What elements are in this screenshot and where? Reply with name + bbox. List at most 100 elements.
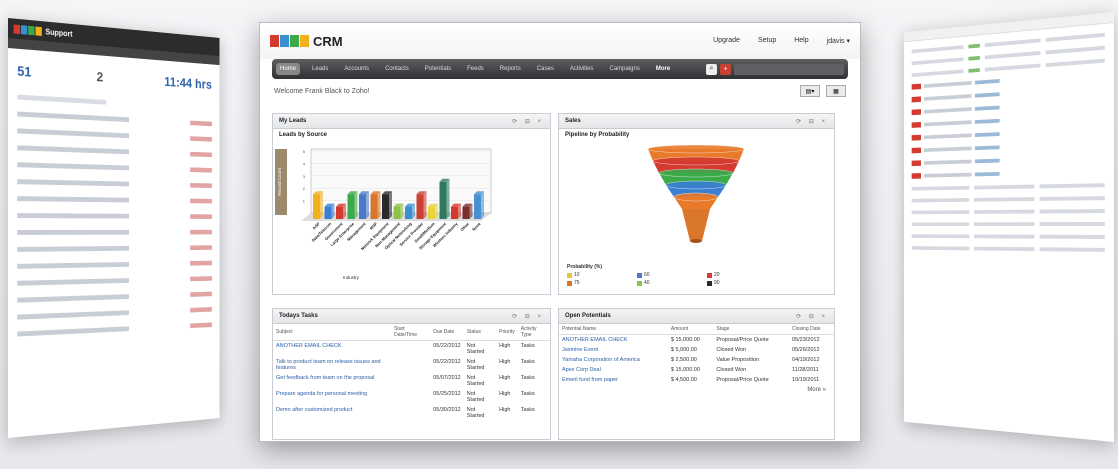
top-links: Upgrade Setup Help jdavis ▾	[713, 37, 850, 45]
table-cell: Not Started	[466, 391, 485, 403]
crm-logo-text: CRM	[313, 33, 343, 49]
bar-front	[474, 194, 481, 219]
tab-leads[interactable]: Leads	[308, 63, 332, 75]
tab-reports[interactable]: Reports	[496, 63, 525, 75]
legend-label: 40	[644, 280, 650, 286]
record-link[interactable]: Demo after customized product	[273, 405, 391, 421]
tab-campaigns[interactable]: Campaigns	[606, 63, 644, 75]
column-header[interactable]: Potential Name	[559, 324, 668, 335]
column-header[interactable]: Activity Type	[517, 324, 550, 341]
sales-funnel-chart	[647, 144, 745, 243]
my-leads-panel: My Leads ⟳ ⊟ × Leads by Source Record Co…	[272, 113, 551, 295]
table-cell: Tasks	[520, 375, 535, 381]
todays-tasks-panel: Todays Tasks ⟳ ⊟ × Subject Start Date/Tim…	[272, 308, 551, 440]
potentials-table: Potential Name Amount Stage Closing Date AN…	[559, 324, 834, 385]
legend-label: 90	[714, 280, 720, 286]
bar-side	[377, 191, 381, 219]
y-tick-label: 1	[303, 199, 306, 204]
add-component-icon[interactable]: ▤▾	[800, 85, 820, 97]
leads-chart-title: Leads by Source	[279, 132, 328, 138]
record-link[interactable]: Talk to product team on release issues a…	[273, 357, 391, 373]
tab-cases[interactable]: Cases	[533, 63, 558, 75]
legend-title: Probability (%)	[567, 264, 603, 270]
more-link[interactable]: More »	[559, 385, 834, 395]
table-cell: Proposal/Price Quote	[716, 337, 769, 343]
table-row: Demo after customized product 05/30/2012 N…	[273, 405, 550, 421]
column-header[interactable]: Closing Date	[789, 324, 834, 335]
tab-feeds[interactable]: Feeds	[463, 63, 488, 75]
bar-4	[359, 191, 369, 219]
search-icon[interactable]: ⌕	[706, 63, 717, 75]
panel-controls-icon[interactable]: ⟳ ⊟ ×	[796, 313, 828, 320]
panel-controls-icon[interactable]: ⟳ ⊟ ×	[512, 118, 544, 125]
record-link[interactable]: Prepare agenda for personal meeting	[273, 389, 391, 405]
search-input[interactable]	[734, 63, 844, 75]
record-link[interactable]: Emeril fund from paper	[559, 375, 668, 385]
x-tick-label: None	[471, 221, 482, 232]
record-link[interactable]: Yamaha Corporation of America	[559, 355, 668, 365]
tab-activities[interactable]: Activities	[566, 63, 598, 75]
legend-swatch	[707, 272, 712, 278]
panel-controls-icon[interactable]: ⟳ ⊟ ×	[512, 313, 544, 320]
welcome-text: Welcome Frank Black to Zoho!	[274, 87, 370, 95]
panel-controls-icon[interactable]: ⟳ ⊟ ×	[796, 118, 828, 125]
layout-icon[interactable]: ▦	[826, 85, 846, 97]
setup-link[interactable]: Setup	[758, 37, 776, 45]
column-header[interactable]: Amount	[667, 324, 714, 335]
tab-contacts[interactable]: Contacts	[381, 63, 413, 75]
crm-topbar: CRM Upgrade Setup Help jdavis ▾	[260, 23, 860, 59]
table-cell: Closed Won	[716, 347, 747, 353]
column-header[interactable]: Priority	[496, 324, 518, 341]
record-link[interactable]: Get feedback from team on the proposal	[273, 373, 391, 389]
table-cell: 05/23/2012	[792, 337, 820, 343]
funnel-layer-top	[652, 156, 740, 166]
column-header[interactable]: Status	[463, 324, 497, 341]
table-cell: 10/19/2011	[792, 377, 820, 383]
my-leads-title: My Leads	[279, 118, 307, 124]
table-cell: 05/22/2012	[433, 343, 461, 349]
bar-front	[370, 194, 378, 219]
table-cell	[391, 373, 430, 389]
main-nav: Home Leads Accounts Contacts Potentials …	[272, 59, 848, 79]
chart-back-wall	[310, 148, 492, 214]
record-link[interactable]: Jasmine Event	[559, 345, 668, 355]
table-cell: Not Started	[466, 359, 485, 371]
tab-potentials[interactable]: Potentials	[421, 63, 455, 75]
bar-8	[405, 203, 415, 219]
table-cell: Not Started	[466, 343, 485, 355]
upgrade-link[interactable]: Upgrade	[713, 37, 740, 45]
y-axis-label: Record Count	[277, 167, 282, 196]
record-link[interactable]: Apex Corp Deal	[559, 365, 668, 375]
bar-3	[347, 191, 358, 219]
bar-9	[416, 191, 427, 219]
tab-accounts[interactable]: Accounts	[340, 63, 373, 75]
legend-label: 60	[644, 272, 650, 278]
legend-label: 20	[714, 272, 720, 278]
help-link[interactable]: Help	[794, 37, 808, 45]
bar-side	[320, 191, 323, 219]
column-header[interactable]: Due Date	[430, 324, 464, 341]
column-header[interactable]: Stage	[713, 324, 790, 335]
tab-more[interactable]: More	[652, 63, 674, 75]
table-cell: $ 4,500.00	[670, 377, 697, 383]
y-tick-label: 5	[303, 149, 306, 154]
table-cell	[391, 357, 430, 373]
new-record-icon[interactable]: +	[720, 63, 731, 75]
bar-side	[354, 191, 358, 219]
table-cell: 11/28/2011	[792, 367, 819, 373]
table-row: Talk to product team on release issues a…	[273, 357, 550, 373]
user-menu[interactable]: jdavis ▾	[827, 37, 850, 45]
column-header[interactable]: Start Date/Time	[391, 324, 431, 341]
legend-item-40: 40	[637, 280, 707, 286]
column-header[interactable]: Subject	[273, 324, 392, 341]
potentials-header: Open Potentials ⟳ ⊟ ×	[559, 309, 834, 324]
legend-swatch	[637, 272, 642, 278]
record-link[interactable]: ANOTHER EMAIL CHECK	[559, 335, 668, 346]
tasks-table: Subject Start Date/Time Due Date Status Prio…	[273, 324, 550, 421]
table-cell: Tasks	[520, 407, 535, 413]
legend-swatch	[637, 280, 642, 286]
record-link[interactable]: ANOTHER EMAIL CHECK	[273, 341, 391, 358]
crm-logo[interactable]: CRM	[270, 34, 343, 49]
tab-home[interactable]: Home	[276, 63, 301, 75]
bar-12	[451, 203, 461, 219]
